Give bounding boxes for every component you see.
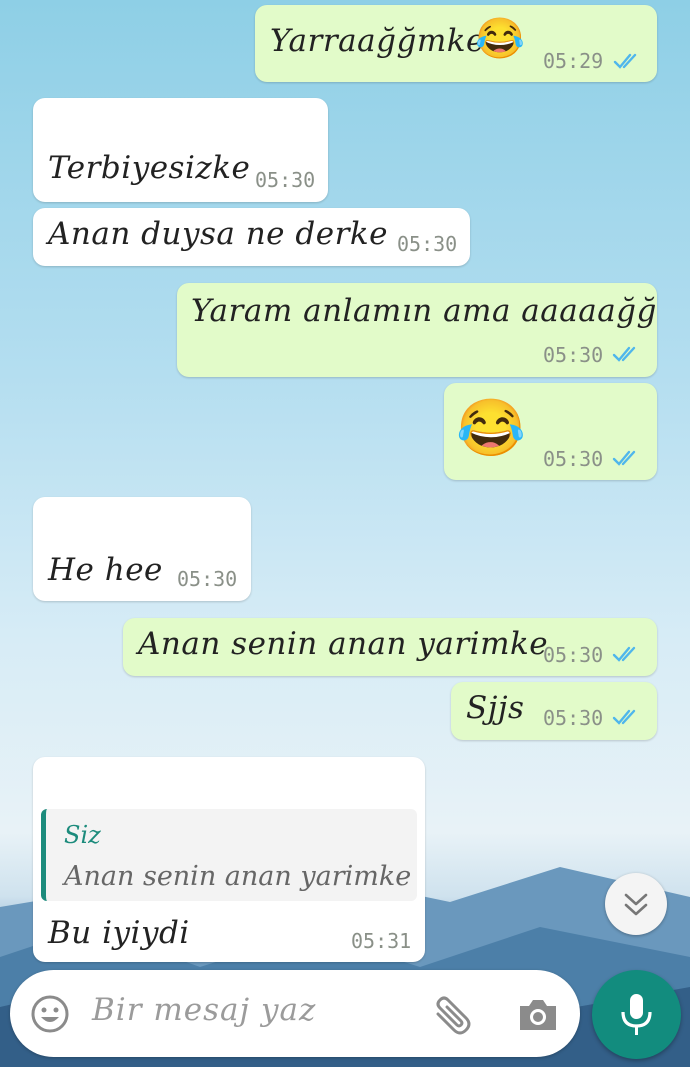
quoted-message[interactable]: Siz Anan senin anan yarimke bbox=[41, 809, 417, 901]
message-time: 05:31 bbox=[351, 929, 412, 953]
message-time: 05:30 bbox=[543, 447, 604, 471]
voice-record-button[interactable] bbox=[592, 970, 681, 1059]
message-bubble-outgoing[interactable]: Sjjs 05:30 bbox=[451, 682, 657, 740]
double-check-icon bbox=[612, 450, 636, 466]
double-check-icon bbox=[613, 53, 637, 69]
message-time: 05:30 bbox=[543, 343, 604, 367]
message-bubble-outgoing[interactable]: Anan senin anan yarimke 05:30 bbox=[123, 618, 657, 676]
message-bubble-incoming[interactable]: Terbiyesizke 05:30 bbox=[33, 98, 328, 202]
message-text: Sjjs bbox=[466, 690, 525, 726]
message-input[interactable]: Bir mesaj yaz bbox=[92, 992, 316, 1028]
microphone-icon bbox=[621, 994, 652, 1035]
message-text: He hee bbox=[48, 552, 163, 588]
message-text: Yarraağğmke bbox=[270, 23, 485, 59]
message-text: Terbiyesizke bbox=[48, 150, 251, 186]
message-bubble-incoming[interactable]: He hee 05:30 bbox=[33, 497, 251, 601]
double-chevron-down-icon bbox=[624, 893, 648, 916]
message-bubble-incoming[interactable]: Anan duysa ne derke 05:30 bbox=[33, 208, 470, 266]
paperclip-icon[interactable] bbox=[430, 994, 476, 1036]
message-text: Bu iyiydi bbox=[48, 915, 190, 951]
message-bubble-outgoing[interactable]: Yaram anlamın ama aaaaağğ 05:30 bbox=[177, 283, 657, 377]
double-check-icon bbox=[612, 709, 636, 725]
message-time: 05:29 bbox=[543, 49, 604, 73]
message-composer[interactable]: Bir mesaj yaz bbox=[10, 970, 580, 1057]
quoted-text: Anan senin anan yarimke bbox=[64, 861, 412, 892]
double-check-icon bbox=[612, 646, 636, 662]
double-check-icon bbox=[612, 346, 636, 362]
laughing-emoji-icon: 😂 bbox=[456, 396, 526, 461]
emoji-icon[interactable] bbox=[30, 994, 70, 1034]
scroll-to-bottom-button[interactable] bbox=[605, 873, 667, 935]
message-time: 05:30 bbox=[543, 643, 604, 667]
message-time: 05:30 bbox=[543, 706, 604, 730]
message-time: 05:30 bbox=[397, 232, 458, 256]
message-bubble-incoming-reply[interactable]: Siz Anan senin anan yarimke Bu iyiydi 05… bbox=[33, 757, 425, 962]
message-time: 05:30 bbox=[255, 168, 316, 192]
message-time: 05:30 bbox=[177, 567, 238, 591]
message-bubble-outgoing[interactable]: 😂 05:30 bbox=[444, 383, 657, 480]
quoted-author: Siz bbox=[64, 821, 101, 849]
message-text: Anan duysa ne derke bbox=[48, 216, 389, 252]
message-bubble-outgoing[interactable]: Yarraağğmke 😂 05:29 bbox=[255, 5, 657, 82]
laughing-emoji-icon: 😂 bbox=[475, 16, 525, 62]
message-text: Yaram anlamın ama aaaaağğ bbox=[191, 293, 657, 329]
message-text: Anan senin anan yarimke bbox=[138, 626, 549, 662]
camera-icon[interactable] bbox=[516, 996, 560, 1034]
